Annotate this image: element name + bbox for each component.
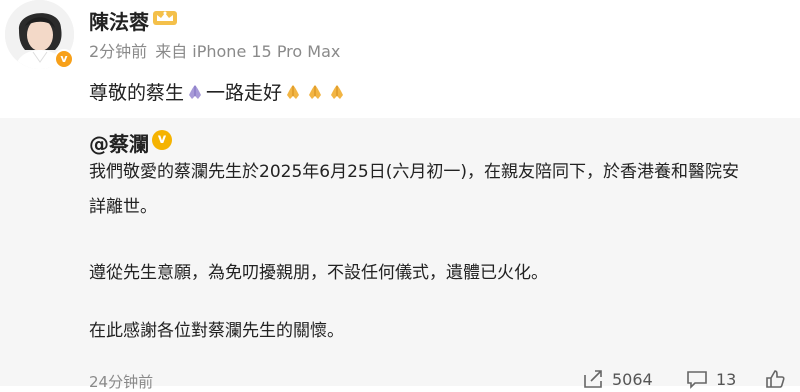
username[interactable]: 陳法蓉 (89, 6, 149, 35)
repost-paragraph-2: 遵從先生意願，為免叨擾親朋，不設任何儀式，遺體已火化。 (89, 263, 548, 283)
verified-icon: v (152, 130, 172, 150)
repost-paragraph-3: 在此感謝各位對蔡瀾先生的關懷。 (89, 321, 344, 341)
post-text-part2: 一路走好 (206, 82, 283, 104)
post-meta: 2分钟前 来自 iPhone 15 Pro Max (89, 38, 340, 62)
avatar-verified-badge: v (54, 49, 74, 69)
repost-line-2: 詳離世。 (89, 197, 157, 217)
comment-button[interactable]: 13 (686, 369, 736, 389)
share-icon (584, 370, 602, 388)
repost-author[interactable]: @蔡瀾 (89, 128, 149, 157)
repost-time: 24分钟前 (89, 373, 154, 391)
repost-line-1: 我們敬愛的蔡瀾先生於2025年6月25日(六月初一)，在親友陪同下，於香港養和醫… (89, 162, 739, 182)
post-text: 尊敬的蔡生 一路走好 (89, 78, 348, 105)
praying-hands-icon (309, 85, 322, 99)
post-text-part1: 尊敬的蔡生 (89, 82, 185, 104)
post-device: 来自 iPhone 15 Pro Max (155, 42, 341, 61)
like-button[interactable] (764, 369, 794, 389)
post-time: 2分钟前 (89, 42, 148, 61)
post-header: v 陳法蓉 2分钟前 来自 iPhone 15 Pro Max 尊敬的蔡生 一路走好 (0, 0, 800, 118)
crown-icon (153, 11, 177, 25)
repost-paragraph-1: 我們敬愛的蔡瀾先生於2025年6月25日(六月初一)，在親友陪同下，於香港養和醫… (89, 155, 800, 225)
praying-hands-icon (189, 85, 202, 99)
comment-icon (687, 371, 707, 389)
share-button[interactable]: 5064 (582, 369, 653, 389)
repost-card[interactable]: @蔡瀾 v 我們敬愛的蔡瀾先生於2025年6月25日(六月初一)，在親友陪同下，… (0, 118, 800, 391)
praying-hands-icon (331, 85, 344, 99)
praying-hands-icon (287, 85, 300, 99)
like-icon (766, 370, 785, 388)
